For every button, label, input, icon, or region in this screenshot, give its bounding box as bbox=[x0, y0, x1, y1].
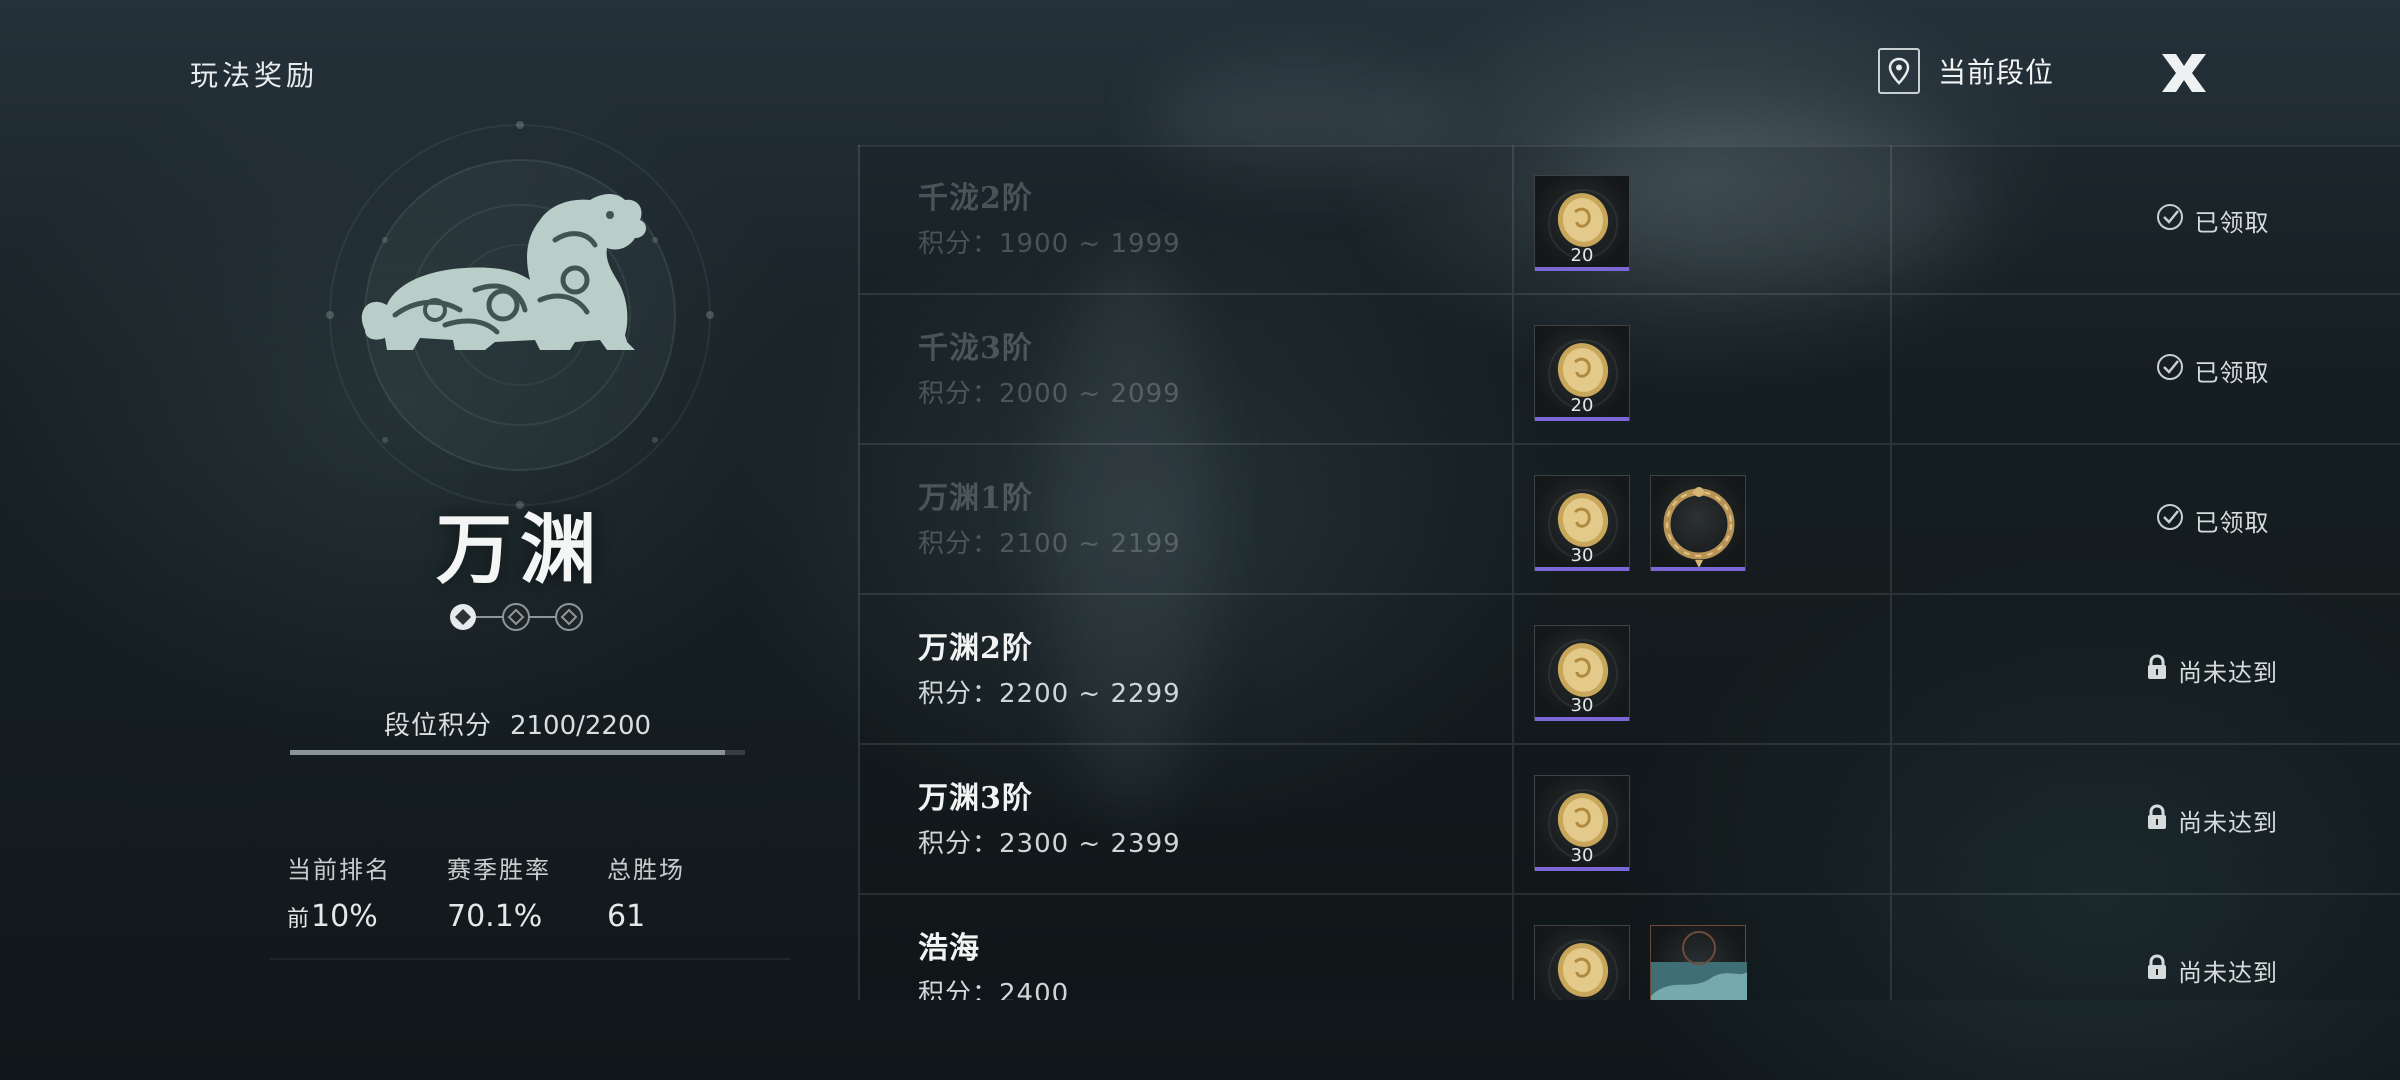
status-locked: 尚未达到 bbox=[2022, 595, 2400, 745]
rank-score-progress bbox=[290, 750, 745, 755]
stat-winrate: 赛季胜率 70.1% bbox=[447, 850, 607, 934]
status-claimed: 已领取 bbox=[2022, 445, 2400, 595]
reward-quantity: 30 bbox=[1570, 545, 1594, 566]
portrait-frame-icon[interactable] bbox=[1650, 925, 1747, 1000]
lock-icon bbox=[2146, 804, 2168, 836]
tier-name: 浩海 bbox=[918, 931, 980, 966]
reward-row: 万渊2阶积分：2200 ~ 2299 30 尚未达到 bbox=[860, 595, 2400, 745]
rank-rewards-screen: 玩法奖励 当前段位 万渊 段位积分 2100/2200 当前排名 前10% 赛季… bbox=[0, 0, 2400, 1080]
gold-coin-icon[interactable]: 30 bbox=[1534, 475, 1630, 571]
reward-items bbox=[1534, 925, 1747, 1000]
reward-row: 千泷2阶积分：1900 ~ 1999 20 已领取 bbox=[860, 145, 2400, 295]
stat-value: 61 bbox=[607, 899, 767, 934]
check-circle-icon bbox=[2155, 502, 2185, 538]
reward-table[interactable]: 千泷2阶 积分：1900 ~ 1999 20 已领取 千泷3阶 积分：2000 ~ 209… bbox=[858, 145, 2400, 1000]
stat-rank: 当前排名 前10% bbox=[287, 850, 447, 934]
status-label: 已领取 bbox=[2194, 508, 2270, 537]
current-rank-button[interactable]: 当前段位 bbox=[1878, 48, 2054, 94]
tier-score-range: 积分：2300 ~ 2399 bbox=[918, 829, 1181, 859]
reward-items: 30 bbox=[1534, 475, 1746, 571]
lock-icon bbox=[2146, 654, 2168, 686]
check-circle-icon bbox=[2155, 352, 2185, 388]
rank-score-progress-fill bbox=[290, 750, 725, 755]
column-divider bbox=[1512, 145, 1514, 293]
gold-coin-icon[interactable] bbox=[1534, 925, 1630, 1000]
column-divider bbox=[1890, 145, 1892, 293]
status-label: 尚未达到 bbox=[2178, 658, 2278, 687]
reward-quantity: 20 bbox=[1570, 245, 1594, 266]
tier-score-range: 积分：2100 ~ 2199 bbox=[918, 529, 1181, 559]
status-label: 尚未达到 bbox=[2178, 958, 2278, 987]
reward-row: 千泷3阶积分：2000 ~ 2099 20 已领取 bbox=[860, 295, 2400, 445]
column-divider bbox=[1890, 595, 1892, 743]
tier-name: 千泷2阶 bbox=[918, 181, 1033, 216]
stat-value: 70.1% bbox=[447, 899, 607, 934]
reward-quantity: 30 bbox=[1570, 845, 1594, 866]
column-divider bbox=[1890, 895, 1892, 1000]
tier-name: 万渊3阶 bbox=[918, 781, 1033, 816]
stat-number: 10% bbox=[311, 899, 378, 934]
stat-number: 61 bbox=[607, 899, 646, 934]
reward-quantity: 30 bbox=[1570, 695, 1594, 716]
stat-total-wins: 总胜场 61 bbox=[607, 850, 767, 934]
tier-name: 千泷3阶 bbox=[918, 331, 1033, 366]
lock-icon bbox=[2146, 954, 2168, 986]
tier-score-range: 积分：2000 ~ 2099 bbox=[918, 379, 1181, 409]
rank-name: 万渊 bbox=[436, 505, 604, 594]
column-divider bbox=[1890, 445, 1892, 593]
reward-items: 20 bbox=[1534, 325, 1630, 421]
season-stats: 当前排名 前10% 赛季胜率 70.1% 总胜场 61 bbox=[287, 850, 767, 934]
status-locked: 尚未达到 bbox=[2022, 895, 2400, 1000]
rank-score: 段位积分 2100/2200 bbox=[290, 705, 745, 742]
golden-ring-icon[interactable] bbox=[1650, 475, 1746, 571]
gold-coin-icon[interactable]: 20 bbox=[1534, 325, 1630, 421]
gold-coin-icon[interactable]: 30 bbox=[1534, 625, 1630, 721]
close-icon[interactable] bbox=[2154, 50, 2214, 96]
status-label: 已领取 bbox=[2194, 208, 2270, 237]
divider bbox=[270, 958, 790, 960]
rank-emblem bbox=[325, 120, 715, 510]
stat-label: 总胜场 bbox=[607, 856, 685, 884]
rank-score-value: 2100/2200 bbox=[509, 711, 652, 741]
stat-label: 当前排名 bbox=[287, 856, 391, 884]
column-divider bbox=[1512, 295, 1514, 443]
tier-name: 万渊2阶 bbox=[918, 631, 1033, 666]
status-claimed: 已领取 bbox=[2022, 295, 2400, 445]
status-claimed: 已领取 bbox=[2022, 145, 2400, 295]
reward-row: 万渊3阶积分：2300 ~ 2399 30 尚未达到 bbox=[860, 745, 2400, 895]
column-divider bbox=[1890, 745, 1892, 893]
status-label: 已领取 bbox=[2194, 358, 2270, 387]
stat-label: 赛季胜率 bbox=[447, 856, 551, 884]
reward-items: 30 bbox=[1534, 625, 1630, 721]
reward-items: 30 bbox=[1534, 775, 1630, 871]
column-divider bbox=[1512, 895, 1514, 1000]
gold-coin-icon[interactable]: 20 bbox=[1534, 175, 1630, 271]
column-divider bbox=[1512, 445, 1514, 593]
check-circle-icon bbox=[2155, 202, 2185, 238]
gold-coin-icon[interactable]: 30 bbox=[1534, 775, 1630, 871]
status-locked: 尚未达到 bbox=[2022, 745, 2400, 895]
reward-quantity: 20 bbox=[1570, 395, 1594, 416]
status-label: 尚未达到 bbox=[2178, 808, 2278, 837]
tier-score-range: 积分：2400 bbox=[918, 979, 1070, 1000]
page-title: 玩法奖励 bbox=[190, 59, 319, 92]
tier-indicator bbox=[446, 600, 586, 634]
current-rank-label: 当前段位 bbox=[1938, 56, 2055, 89]
column-divider bbox=[1890, 295, 1892, 443]
column-divider bbox=[1512, 595, 1514, 743]
tier-dot-2 bbox=[502, 603, 530, 631]
reward-row: 万渊1阶积分：2100 ~ 2199 30 已领取 bbox=[860, 445, 2400, 595]
column-divider bbox=[1512, 745, 1514, 893]
stat-prefix: 前 bbox=[287, 907, 310, 932]
stat-value: 前10% bbox=[287, 899, 447, 934]
rank-score-label: 段位积分 bbox=[383, 711, 492, 741]
tier-name: 万渊1阶 bbox=[918, 481, 1033, 516]
tier-dot-3 bbox=[555, 603, 583, 631]
reward-items: 20 bbox=[1534, 175, 1630, 271]
location-pin-icon bbox=[1878, 48, 1920, 94]
tier-score-range: 积分：2200 ~ 2299 bbox=[918, 679, 1181, 709]
stat-number: 70.1% bbox=[447, 899, 543, 934]
tier-score-range: 积分：1900 ~ 1999 bbox=[918, 229, 1181, 259]
reward-row: 浩海积分：2400 尚未达到 bbox=[860, 895, 2400, 1000]
